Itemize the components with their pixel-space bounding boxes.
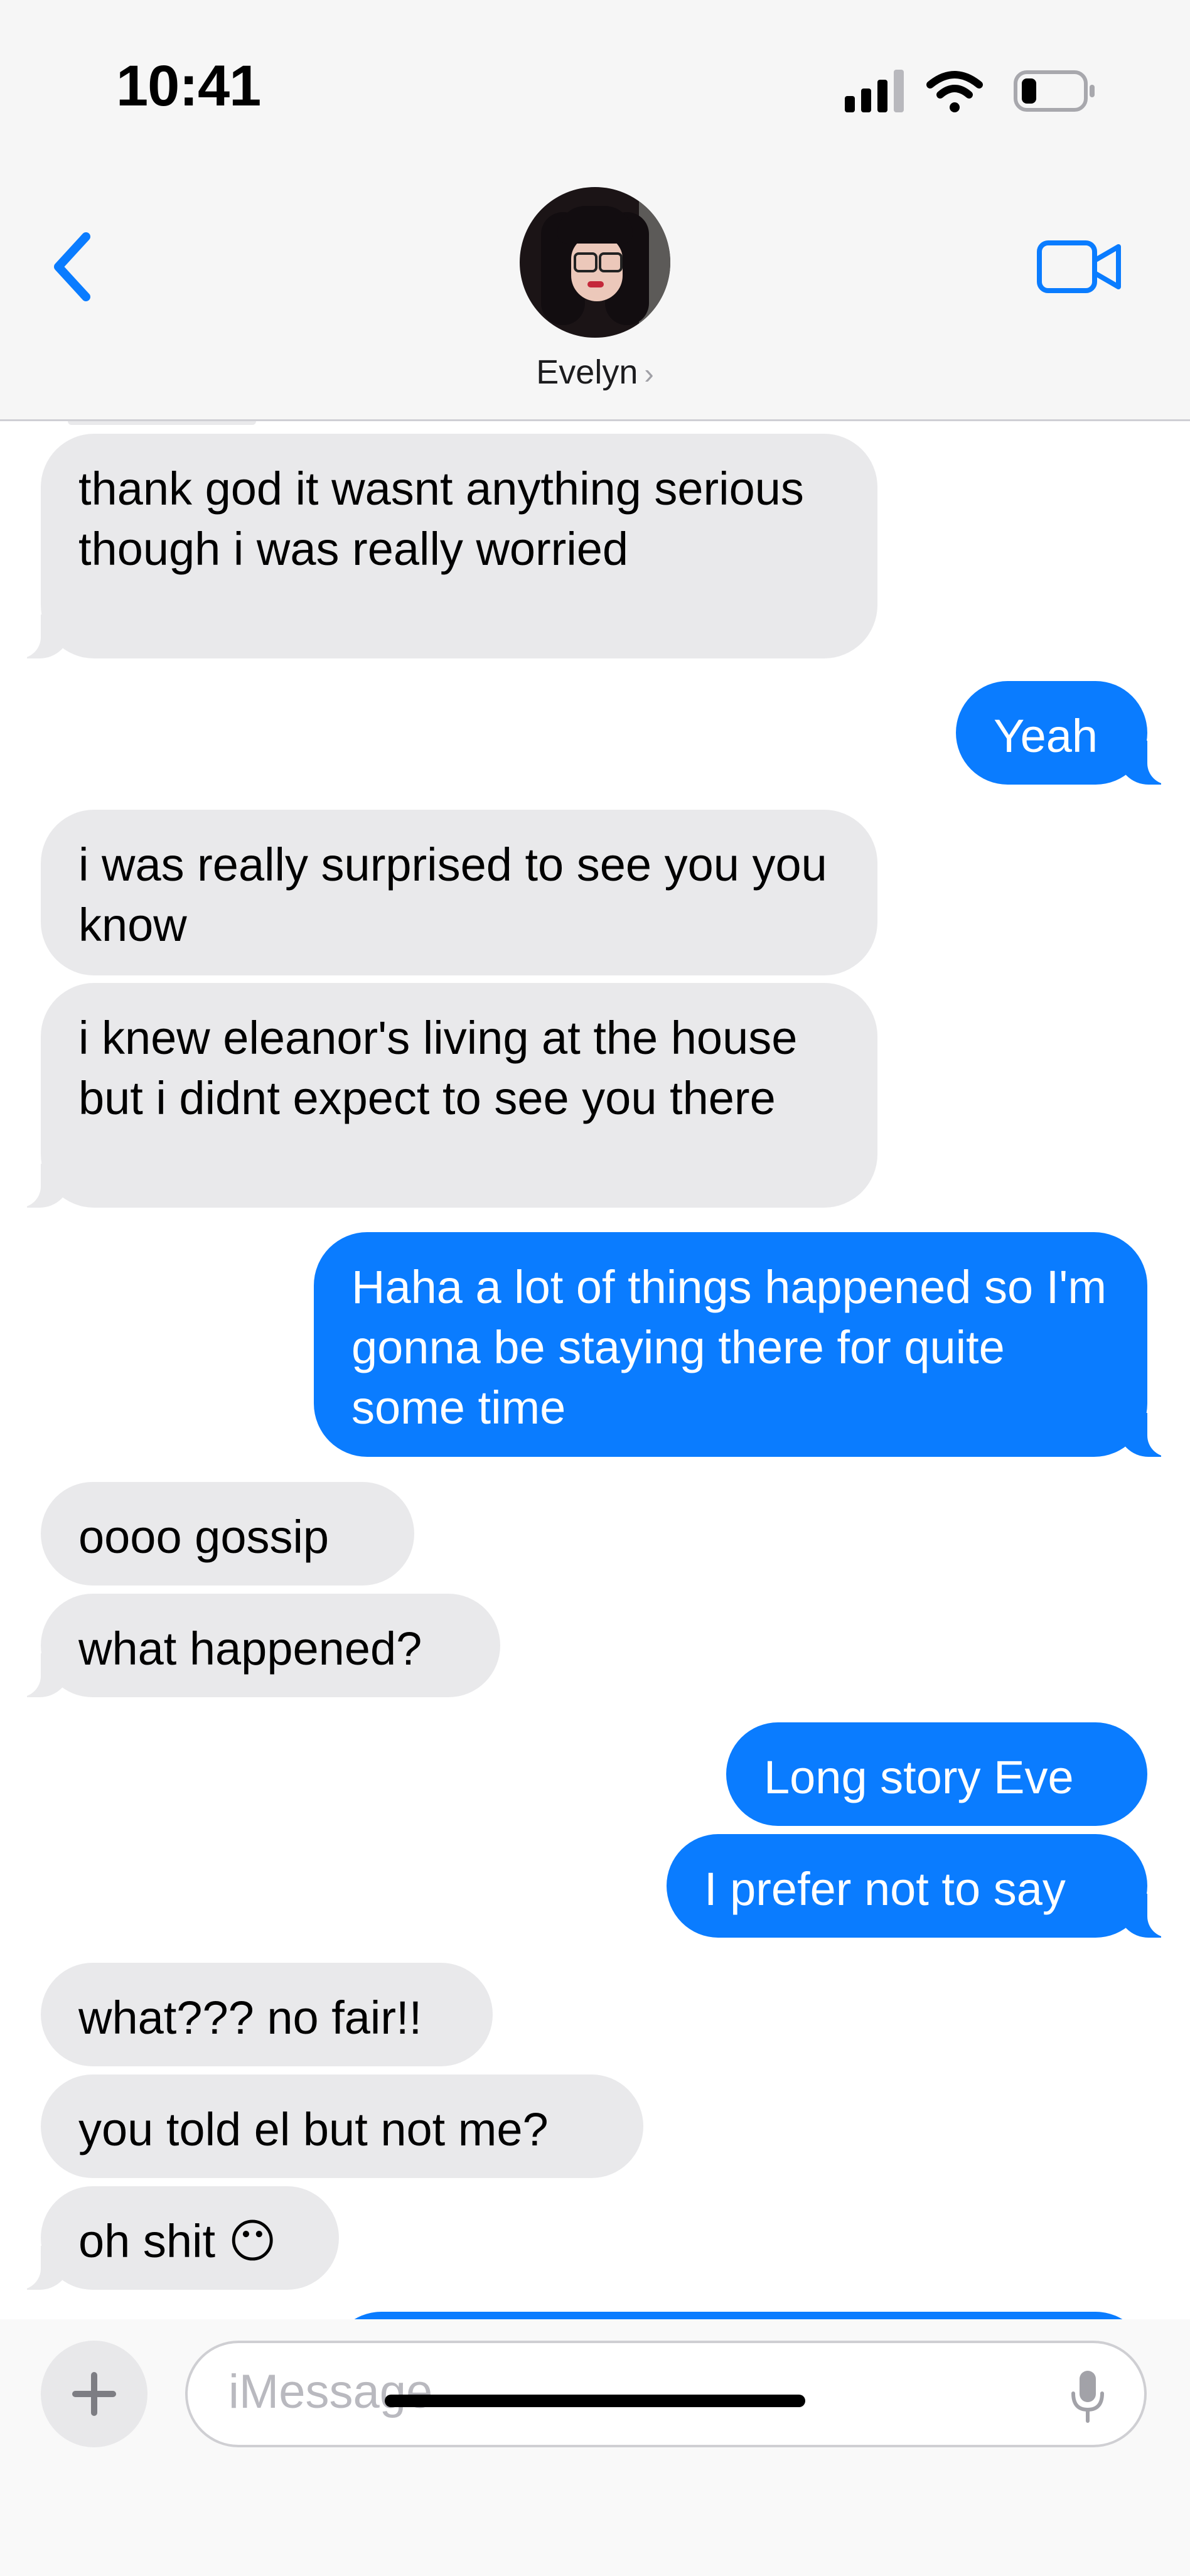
sent-message[interactable]: Long story Eve [726,1722,1147,1826]
sent-message[interactable]: I prefer not to say [667,1834,1175,1938]
previous-message-bubble-partial [68,421,256,425]
battery-icon [1014,70,1095,112]
contact-name-button[interactable]: Evelyn › [0,353,1190,392]
chevron-right-icon: › [644,357,654,390]
sent-message[interactable]: Haha a lot of things happened so I'm gon… [314,1232,1175,1457]
home-indicator [385,2395,805,2407]
next-sent-message-partial[interactable] [330,2312,1147,2319]
received-message[interactable]: what happened? [13,1594,500,1697]
status-time: 10:41 [116,54,261,118]
plus-icon [72,2372,116,2416]
video-camera-icon[interactable] [1036,235,1123,298]
contact-name: Evelyn [536,353,638,391]
received-message[interactable]: you told el but not me? [41,2074,643,2178]
received-message[interactable]: oh shit 😶 [13,2186,339,2290]
apps-plus-button[interactable] [41,2341,147,2447]
conversation-header: Evelyn › [0,157,1190,421]
contact-avatar[interactable] [520,187,670,338]
cellular-signal-icon [845,70,904,112]
microphone-icon[interactable] [1069,2368,1107,2425]
sent-message[interactable]: Yeah [956,681,1175,785]
received-message[interactable]: thank god it wasnt anything serious thou… [13,434,877,658]
wifi-icon [926,71,983,112]
received-message[interactable]: i was really surprised to see you you kn… [41,810,877,975]
status-bar: 10:41 [0,0,1190,157]
status-icons [845,70,1095,112]
composer-bar: iMessage [0,2319,1190,2576]
message-input[interactable]: iMessage [185,2341,1147,2447]
back-chevron-icon[interactable] [47,229,97,304]
received-message[interactable]: i knew eleanor's living at the house but… [13,983,877,1208]
message-input-placeholder: iMessage [228,2365,433,2418]
received-message[interactable]: oooo gossip [41,1482,414,1586]
message-list[interactable]: thank god it wasnt anything serious thou… [0,421,1190,2319]
received-message[interactable]: what??? no fair!! [41,1963,493,2066]
